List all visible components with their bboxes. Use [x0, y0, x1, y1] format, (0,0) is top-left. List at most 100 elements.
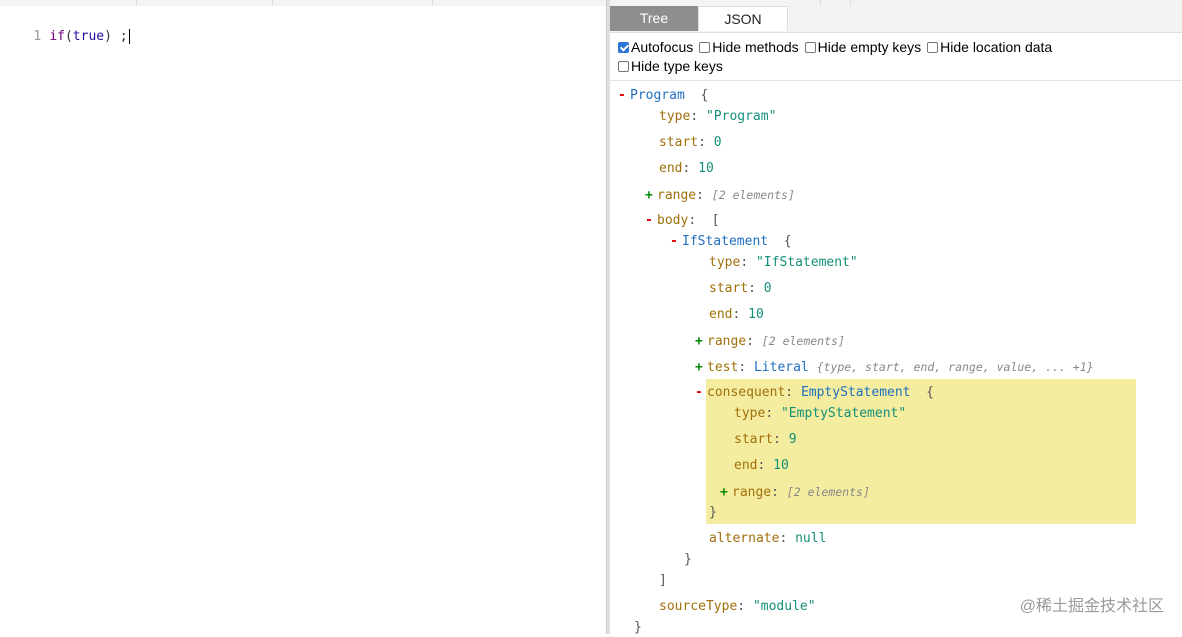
prop-key: end — [734, 458, 758, 473]
prop-test[interactable]: + test: Literal {type, start, end, range,… — [695, 358, 1094, 376]
option-label: Hide empty keys — [817, 39, 922, 55]
prop-program-start: start: 0 — [659, 134, 722, 152]
prop-summary: {type, start, end, range, value, ... +1} — [816, 360, 1094, 374]
colon: : — [779, 531, 788, 546]
prop-empty-range[interactable]: + range: [2 elements] — [720, 483, 870, 501]
expand-toggle[interactable]: + — [695, 359, 707, 377]
code-line[interactable]: 1 if(true) ; — [0, 10, 130, 44]
prop-value: "Program" — [705, 109, 777, 124]
semicolon: ; — [111, 29, 128, 44]
prop-empty-type: type: "EmptyStatement" — [734, 405, 906, 423]
brace: } — [684, 552, 692, 567]
hide-empty-keys-checkbox[interactable] — [804, 42, 816, 53]
prop-key: end — [709, 307, 733, 322]
prop-key: start — [659, 135, 699, 150]
prop-key: type — [709, 255, 741, 270]
hide-type-keys-checkbox[interactable] — [618, 61, 629, 72]
option-label: Hide type keys — [631, 58, 723, 74]
expand-toggle[interactable]: + — [720, 484, 732, 502]
tab-separator — [850, 0, 851, 6]
tab-bar: Tree JSON — [610, 0, 1182, 33]
node-name[interactable]: EmptyStatement — [801, 385, 911, 400]
brace: { — [700, 88, 709, 103]
colon: : — [740, 255, 749, 270]
code-text[interactable]: if(true) ; — [49, 29, 127, 44]
prop-key: start — [734, 432, 774, 447]
prop-summary: [2 elements] — [786, 485, 870, 499]
option-autofocus[interactable]: Autofocus — [618, 38, 693, 57]
colon: : — [771, 485, 779, 500]
prop-value: 9 — [788, 432, 797, 447]
hide-methods-checkbox[interactable] — [699, 42, 711, 53]
prop-if-type: type: "IfStatement" — [709, 254, 858, 272]
prop-key: end — [659, 161, 683, 176]
colon: : — [746, 334, 754, 349]
autofocus-checkbox[interactable] — [618, 42, 629, 53]
code-editor[interactable]: 1 if(true) ; — [0, 6, 606, 634]
prop-value: 0 — [763, 281, 772, 296]
prop-if-end: end: 10 — [709, 306, 764, 324]
prop-body[interactable]: - body: [ — [645, 212, 720, 230]
prop-value: 10 — [773, 458, 789, 473]
keyword-if: if — [49, 29, 65, 44]
collapse-toggle[interactable]: - — [618, 87, 630, 105]
option-hide-empty-keys[interactable]: Hide empty keys — [804, 38, 922, 57]
option-label: Hide methods — [712, 39, 799, 55]
colon: : — [690, 109, 699, 124]
line-number: 1 — [33, 29, 42, 44]
colon: : — [773, 432, 781, 447]
prop-key: alternate — [709, 531, 780, 546]
prop-summary: [2 elements] — [711, 188, 795, 202]
prop-key: range — [657, 188, 697, 203]
option-hide-type-keys[interactable]: Hide type keys — [618, 57, 723, 76]
option-label: Hide location data — [940, 39, 1053, 55]
prop-key: type — [734, 406, 766, 421]
node-name[interactable]: Literal — [754, 360, 809, 375]
tab-separator — [820, 0, 821, 6]
hide-location-data-checkbox[interactable] — [927, 42, 939, 53]
expand-toggle[interactable]: + — [695, 333, 707, 351]
colon: : — [696, 188, 704, 203]
prop-program-type: type: "Program" — [659, 108, 776, 126]
colon: : — [698, 135, 706, 150]
brace: { — [926, 385, 934, 400]
prop-value: "module" — [752, 599, 816, 614]
watermark: @稀土掘金技术社区 — [1019, 598, 1164, 615]
brace: { — [783, 234, 792, 249]
option-hide-location-data[interactable]: Hide location data — [927, 38, 1052, 57]
collapse-toggle[interactable]: - — [670, 233, 682, 251]
close-brace: } — [634, 619, 642, 637]
prop-consequent[interactable]: - consequent: EmptyStatement { — [695, 384, 934, 402]
prop-value: 10 — [698, 161, 714, 176]
prop-value: null — [795, 531, 827, 546]
node-name[interactable]: Program — [630, 88, 685, 103]
collapse-toggle[interactable]: - — [645, 212, 657, 230]
node-if-statement[interactable]: - IfStatement { — [670, 233, 792, 251]
prop-key: test — [707, 360, 739, 375]
prop-program-range[interactable]: + range: [2 elements] — [645, 186, 795, 204]
prop-key: range — [707, 334, 747, 349]
prop-if-range[interactable]: + range: [2 elements] — [695, 332, 845, 350]
options-bar: Autofocus Hide methods Hide empty keys Hide… — [618, 38, 1174, 76]
colon: : — [738, 360, 747, 375]
prop-value: "EmptyStatement" — [780, 406, 907, 421]
colon: : — [757, 458, 766, 473]
node-program[interactable]: - Program { — [618, 87, 708, 105]
colon: : — [737, 599, 746, 614]
option-hide-methods[interactable]: Hide methods — [699, 38, 799, 57]
colon: : — [682, 161, 691, 176]
tab-tree[interactable]: Tree — [610, 6, 698, 31]
expand-toggle[interactable]: + — [645, 187, 657, 205]
prop-if-start: start: 0 — [709, 280, 772, 298]
tab-json[interactable]: JSON — [698, 6, 788, 31]
node-name[interactable]: IfStatement — [682, 234, 768, 249]
prop-empty-start: start: 9 — [734, 431, 797, 449]
collapse-toggle[interactable]: - — [695, 384, 707, 402]
colon: : — [732, 307, 741, 322]
prop-value: 10 — [748, 307, 764, 322]
colon: : — [765, 406, 774, 421]
option-label: Autofocus — [631, 39, 694, 55]
ast-tree: - Program { type: "Program" start: 0 end:… — [610, 80, 1182, 635]
paren-open: ( — [64, 29, 73, 44]
prop-key: start — [709, 281, 749, 296]
